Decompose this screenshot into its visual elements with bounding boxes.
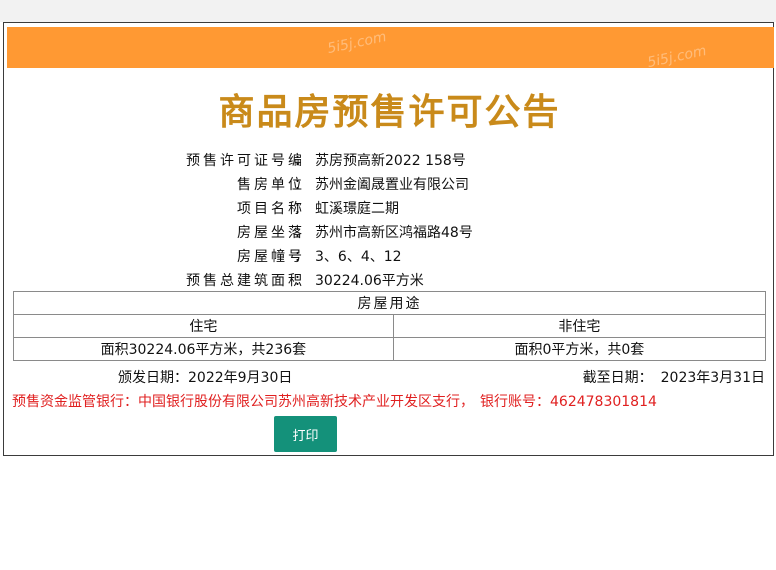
column-non-residential: 非住宅 <box>392 314 767 338</box>
info-label: 预售总建筑面积 <box>186 273 305 289</box>
page-title: 商品房预售许可公告 <box>218 91 561 133</box>
table-header-row: 房屋用途 <box>13 291 766 315</box>
info-value: 虹溪璟庭二期 <box>315 201 399 217</box>
info-row-location: 房屋坐落 ： 苏州市高新区鸿福路48号 <box>4 219 775 243</box>
announcement-panel: 5i5j.com 5i5j.com 商品房预售许可公告 预售许可证号编 ： 苏房… <box>3 22 774 456</box>
usage-header: 房屋用途 <box>13 291 766 315</box>
info-value: 苏房预高新2022 158号 <box>315 153 466 169</box>
issue-date: 颁发日期：2022年9月30日 <box>118 367 292 387</box>
watermark-text: 5i5j.com <box>325 28 388 58</box>
table-row: 住宅 非住宅 <box>13 314 767 338</box>
expiry-date: 截至日期： 2023年3月31日 <box>583 367 765 387</box>
usage-table: 房屋用途 住宅 非住宅 面积30224.06平方米，共236套 面积0平方米，共… <box>13 291 767 361</box>
colon: ： <box>294 153 308 169</box>
account-number: 462478301814 <box>550 394 657 410</box>
info-label: 预售许可证号编 <box>186 153 305 169</box>
residential-value: 面积30224.06平方米，共236套 <box>13 337 394 361</box>
colon: ： <box>294 177 308 193</box>
colon: ： <box>294 225 308 241</box>
info-row-building-numbers: 房屋幢号 ： 3、6、4、12 <box>4 243 775 267</box>
supervising-bank: 预售资金监管银行：中国银行股份有限公司苏州高新技术产业开发区支行， 银行账号：46… <box>12 391 657 411</box>
info-row-project-name: 项目名称 ： 虹溪璟庭二期 <box>4 195 775 219</box>
column-residential: 住宅 <box>13 314 394 338</box>
info-row-seller: 售房单位 ： 苏州金阖晟置业有限公司 <box>4 171 775 195</box>
table-row: 面积30224.06平方米，共236套 面积0平方米，共0套 <box>13 337 767 361</box>
colon: ： <box>294 273 308 289</box>
expiry-date-label: 截至日期： <box>582 370 653 386</box>
browser-top-strip <box>0 0 776 22</box>
header-bar: 5i5j.com 5i5j.com <box>7 27 774 72</box>
info-value: 苏州市高新区鸿福路48号 <box>315 225 473 241</box>
info-value: 苏州金阖晟置业有限公司 <box>315 177 469 193</box>
expiry-date-value: 2023年3月31日 <box>660 370 765 386</box>
info-row-permit-number: 预售许可证号编 ： 苏房预高新2022 158号 <box>4 147 775 171</box>
watermark-text: 5i5j.com <box>645 42 708 72</box>
permit-info: 预售许可证号编 ： 苏房预高新2022 158号 售房单位 ： 苏州金阖晟置业有… <box>4 147 775 291</box>
info-row-total-area: 预售总建筑面积 ： 30224.06平方米 <box>4 267 775 291</box>
colon: ： <box>294 249 308 265</box>
account-label: 银行账号： <box>480 394 550 410</box>
colon: ： <box>294 201 308 217</box>
info-value: 30224.06平方米 <box>315 273 424 289</box>
info-value: 3、6、4、12 <box>315 249 402 265</box>
bank-name: 中国银行股份有限公司苏州高新技术产业开发区支行， <box>138 394 474 410</box>
issue-date-value: 2022年9月30日 <box>188 370 293 386</box>
bank-label: 预售资金监管银行： <box>12 394 138 410</box>
issue-date-label: 颁发日期： <box>118 370 188 386</box>
non-residential-value: 面积0平方米，共0套 <box>392 337 767 361</box>
print-button[interactable]: 打印 <box>274 416 337 452</box>
